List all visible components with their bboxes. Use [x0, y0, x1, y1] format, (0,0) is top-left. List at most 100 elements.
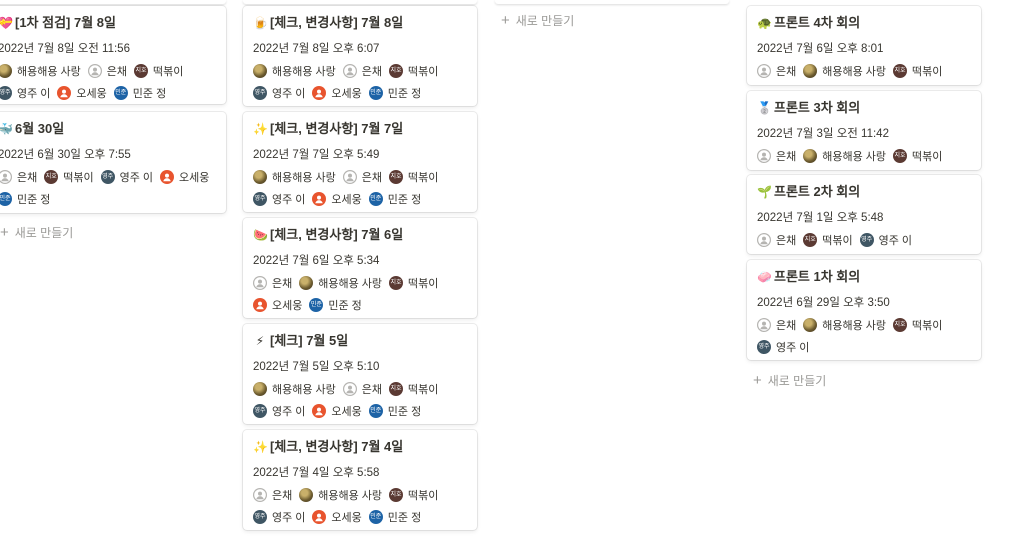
card-title-text: 프론트 1차 회의	[774, 269, 861, 284]
board-card[interactable]: 🐳 6월 30일 2022년 6월 30일 오후 7:55 은채 지호 떡볶이 영주 영주 이…	[0, 112, 226, 213]
person-tag: 영주 영주 이	[859, 232, 912, 248]
person-tag: 민준 민준 정	[368, 191, 422, 207]
avatar-initials: 민준	[115, 89, 127, 96]
person-name: 은채	[272, 277, 293, 290]
person-tag: 은채	[253, 275, 292, 291]
person-name: 민준 정	[328, 299, 362, 312]
person-name: 은채	[776, 319, 797, 332]
person-name: 민준 정	[387, 193, 422, 206]
board-card[interactable]: 🐢 프론트 4차 회의 2022년 7월 6일 오후 8:01 은채 해용해용 사랑 지호…	[747, 6, 981, 85]
avatar	[312, 403, 327, 418]
board-card[interactable]: 🥈 프론트 3차 회의 2022년 7월 3일 오전 11:42 은채 해용해용 사랑 지…	[747, 91, 981, 170]
person-name: 떡볶이	[822, 234, 853, 247]
avatar-initials: 지호	[894, 67, 906, 74]
avatar	[342, 169, 357, 184]
new-card-button[interactable]: + 새로 만들기	[753, 372, 826, 389]
person-name: 은채	[106, 65, 128, 78]
person-tag: 영주 영주 이	[253, 403, 305, 419]
avatar	[803, 148, 818, 163]
card-title-text: [1차 점검] 7월 8일	[15, 15, 116, 30]
avatar-initials: 지호	[390, 67, 402, 74]
card-top-stub	[0, 0, 226, 4]
board-card[interactable]: 🍺 [체크, 변경사항] 7월 8일 2022년 7월 8일 오후 6:07 해용해용…	[243, 6, 477, 106]
person-name: 해용해용 사랑	[822, 319, 887, 332]
avatar: 민준	[368, 403, 383, 418]
avatar	[0, 169, 12, 184]
person-tag: 지호 떡볶이	[389, 487, 438, 503]
card-title: 🥈 프론트 3차 회의	[757, 99, 971, 117]
board-card[interactable]: 🍉 [체크, 변경사항] 7월 6일 2022년 7월 6일 오후 5:34 은채 해용…	[243, 218, 477, 318]
person-tag: 지호 떡볶이	[803, 232, 853, 248]
person-tag: 민준 민준 정	[0, 191, 50, 207]
person-tag: 영주 영주 이	[253, 509, 305, 525]
board-card[interactable]: ✨ [체크, 변경사항] 7월 4일 2022년 7월 4일 오후 5:58 은채 해용…	[243, 430, 477, 530]
person-name: 오세웅	[331, 87, 362, 100]
avatar	[299, 487, 314, 502]
avatar-initials: 지호	[894, 321, 906, 328]
person-tag: 해용해용 사랑	[803, 317, 886, 333]
created-time: 2022년 7월 8일 오후 6:07	[253, 43, 380, 55]
avatar: 지호	[44, 169, 59, 184]
new-card-button[interactable]: + 새로 만들기	[0, 224, 73, 241]
card-title-text: 프론트 4차 회의	[774, 15, 861, 30]
page-emoji-icon: 💝	[0, 16, 13, 30]
person-name: 해용해용 사랑	[318, 489, 383, 502]
person-tag: 은채	[253, 487, 292, 503]
person-tag: 은채	[0, 169, 37, 185]
person-tag: 오세웅	[160, 169, 209, 185]
page-emoji-icon: 🍉	[253, 228, 268, 242]
avatar: 민준	[0, 191, 12, 206]
new-card-label: 새로 만들기	[14, 226, 74, 240]
person-tag: 지호 떡볶이	[134, 63, 183, 79]
people-row: 해용해용 사랑 은채 지호 떡볶이	[253, 62, 467, 79]
avatar: 지호	[389, 381, 404, 396]
person-tag: 민준 민준 정	[113, 85, 166, 101]
avatar-initials: 민준	[370, 89, 382, 96]
person-tag: 오세웅	[312, 85, 362, 101]
new-card-label: 새로 만들기	[767, 374, 827, 388]
person-tag: 오세웅	[312, 191, 362, 207]
avatar-initials: 지호	[390, 385, 402, 392]
board-card[interactable]: 🧼 프론트 1차 회의 2022년 6월 29일 오후 3:50 은채 해용해용 사랑 지…	[747, 260, 981, 360]
person-name: 영주 이	[776, 341, 810, 354]
avatar-initials: 민준	[310, 301, 322, 308]
avatar-initials: 영주	[254, 407, 266, 414]
person-tag: 지호 떡볶이	[893, 63, 942, 79]
person-name: 영주 이	[272, 87, 306, 100]
board-card[interactable]: 💝 [1차 점검] 7월 8일 2022년 7월 8일 오전 11:56 해용해용 사…	[0, 6, 226, 104]
person-name: 오세웅	[331, 511, 362, 524]
created-time: 2022년 6월 30일 오후 7:55	[0, 149, 131, 161]
new-card-button[interactable]: + 새로 만들기	[501, 12, 574, 29]
board-card[interactable]: ✨ [체크, 변경사항] 7월 7일 2022년 7월 7일 오후 5:49 해용해용…	[243, 112, 477, 212]
card-title: 🍺 [체크, 변경사항] 7월 8일	[253, 14, 467, 32]
board-card[interactable]: 🌱 프론트 2차 회의 2022년 7월 1일 오후 5:48 은채 지호 떡볶이 영주 영주…	[747, 175, 981, 254]
avatar	[253, 63, 267, 78]
person-tag: 은채	[342, 381, 382, 397]
person-tag: 민준 민준 정	[368, 403, 421, 419]
avatar-initials: 영주	[861, 236, 873, 243]
card-title-text: 프론트 3차 회의	[774, 100, 861, 115]
avatar	[253, 381, 267, 396]
card-title: ✨ [체크, 변경사항] 7월 4일	[253, 438, 467, 456]
people-row: 민준 민준 정	[0, 190, 216, 207]
avatar	[342, 381, 357, 396]
person-tag: 오세웅	[312, 403, 362, 419]
person-name: 해용해용 사랑	[272, 65, 336, 78]
avatar-initials: 영주	[254, 513, 266, 520]
avatar: 민준	[309, 297, 324, 312]
person-name: 민준 정	[387, 511, 422, 524]
person-name: 해용해용 사랑	[822, 150, 887, 163]
person-tag: 지호 떡볶이	[389, 169, 438, 185]
card-title: 🍉 [체크, 변경사항] 7월 6일	[253, 226, 467, 244]
created-time: 2022년 6월 29일 오후 3:50	[757, 297, 890, 309]
avatar	[253, 297, 267, 312]
avatar	[253, 169, 267, 184]
card-title: 🐢 프론트 4차 회의	[757, 14, 971, 32]
people-row: 해용해용 사랑 은채 지호 떡볶이	[253, 380, 467, 397]
avatar-initials: 민준	[0, 195, 11, 202]
board-card[interactable]: ⚡ [체크] 7월 5일 2022년 7월 5일 오후 5:10 해용해용 사랑 은채 지…	[243, 324, 477, 424]
avatar-initials: 지호	[390, 279, 402, 286]
person-name: 영주 이	[17, 87, 51, 100]
avatar	[0, 63, 12, 78]
card-title-text: [체크, 변경사항] 7월 8일	[270, 15, 404, 30]
